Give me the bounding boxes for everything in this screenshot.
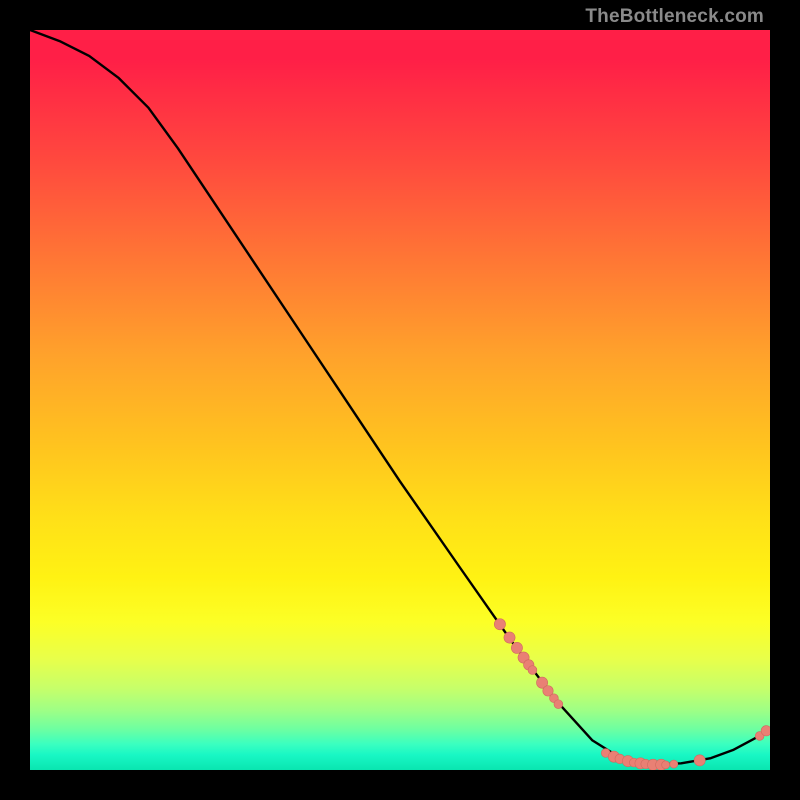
curve-path: [30, 30, 770, 765]
data-point: [761, 726, 770, 736]
curve-layer: [30, 30, 770, 765]
data-point: [554, 700, 563, 709]
data-point: [494, 619, 505, 630]
data-point: [528, 666, 537, 675]
data-point: [670, 760, 678, 768]
data-point: [504, 632, 515, 643]
plot-area: [30, 30, 770, 770]
chart-stage: TheBottleneck.com: [0, 0, 800, 800]
points-layer: [494, 619, 770, 770]
data-point: [694, 755, 705, 766]
data-point: [511, 642, 522, 653]
data-point: [662, 761, 670, 769]
chart-overlay-svg: [30, 30, 770, 770]
watermark-label: TheBottleneck.com: [585, 6, 764, 28]
